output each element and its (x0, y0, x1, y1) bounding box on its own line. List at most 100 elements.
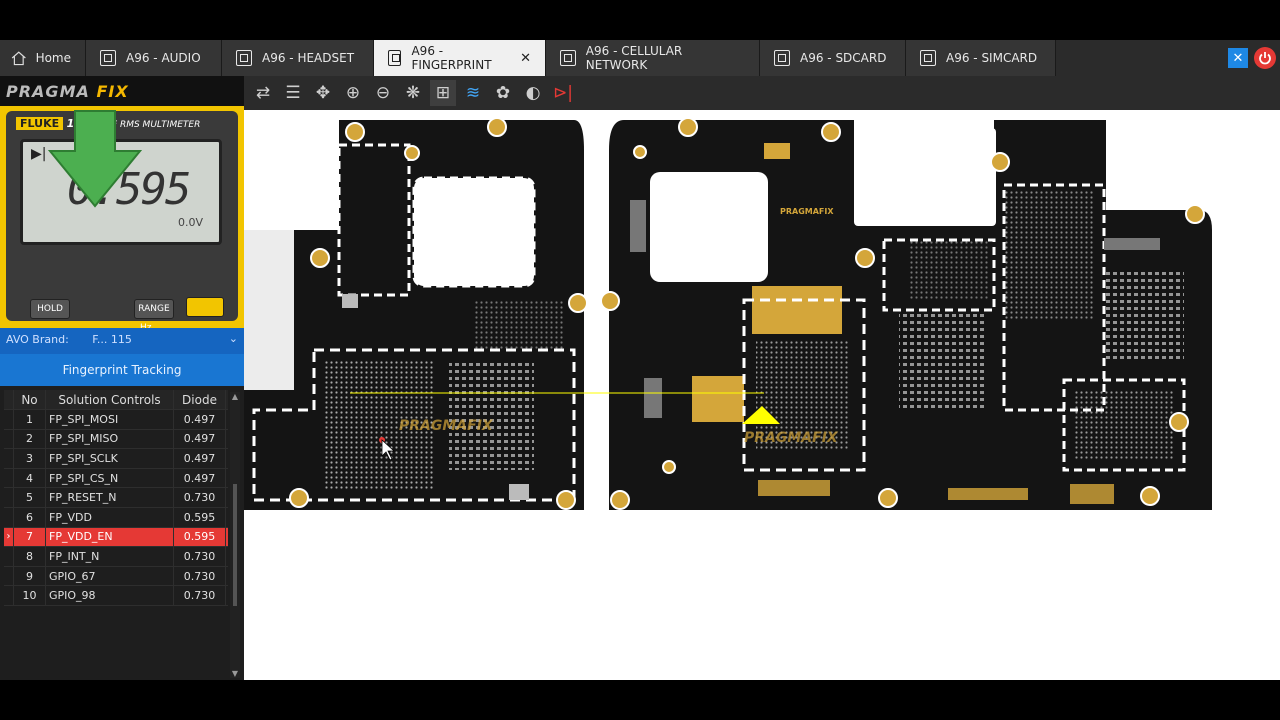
range-button[interactable]: RANGE (134, 299, 174, 319)
row-diode: 0.497 (174, 449, 226, 468)
menu-icon[interactable]: ☰ (280, 80, 306, 106)
table-row[interactable]: 5 FP_RESET_N 0.730 (4, 488, 228, 508)
scroll-up-icon[interactable]: ▲ (230, 392, 240, 401)
row-diode: 0.595 (174, 527, 226, 547)
row-solution: FP_SPI_MISO (46, 429, 174, 449)
table-row[interactable]: 4 FP_SPI_CS_N 0.497 (4, 468, 228, 489)
row-solution: FP_RESET_N (46, 488, 174, 507)
contrast-icon[interactable]: ◐ (520, 80, 546, 106)
row-solution: GPIO_67 (46, 566, 174, 586)
table-row[interactable]: 8 FP_INT_N 0.730 (4, 547, 228, 567)
yellow-button[interactable] (186, 297, 224, 317)
row-no: 7 (14, 527, 46, 547)
table-scrollbar[interactable]: ▲ ▼ (230, 392, 240, 678)
table-row[interactable]: 1 FP_SPI_MOSI 0.497 (4, 410, 228, 430)
swap-icon[interactable]: ⇄ (250, 80, 276, 106)
row-diode: 0.497 (174, 410, 226, 429)
hold-button[interactable]: HOLD (30, 299, 70, 319)
move-icon[interactable]: ✥ (310, 80, 336, 106)
avo-value: F... 115 (92, 333, 132, 346)
logo-text-accent: FIX (96, 82, 129, 101)
bottom-bar (0, 680, 1280, 720)
row-indicator (4, 429, 14, 449)
tab-cellular-network[interactable]: A96 - CELLULAR NETWORK (546, 40, 760, 76)
tab-label: A96 - CELLULAR NETWORK (585, 44, 683, 72)
schematic-icon (920, 50, 936, 66)
schematic-icon (560, 50, 576, 66)
header-diode: Diode (174, 390, 226, 409)
row-no: 10 (14, 586, 46, 605)
row-diode: 0.497 (174, 468, 226, 488)
tab-fingerprint[interactable]: A96 - FINGERPRINT ✕ (374, 40, 546, 76)
board-canvas[interactable]: PRAGMAFIX PRAGMAFIX PRAGMAFIX (243, 110, 1280, 680)
row-solution: GPIO_98 (46, 586, 174, 605)
app-logo: PRAGMA FIX (0, 76, 244, 106)
hold-label: HOLD (37, 304, 63, 314)
tab-label: Home (35, 51, 71, 65)
tab-simcard[interactable]: A96 - SIMCARD (906, 40, 1056, 76)
scroll-thumb[interactable] (233, 484, 237, 606)
avo-label: AVO Brand: (6, 333, 69, 346)
row-indicator (4, 507, 14, 527)
row-no: 1 (14, 410, 46, 429)
tab-headset[interactable]: A96 - HEADSET (222, 40, 374, 76)
range-label: RANGE (138, 304, 170, 314)
left-panel: PRAGMA FIX FLUKE 115 TRUE RMS MULTIMETER… (0, 76, 244, 680)
network-icon[interactable]: ❋ (400, 80, 426, 106)
row-indicator (4, 410, 14, 429)
tab-label: A96 - SIMCARD (946, 51, 1038, 65)
tab-home[interactable]: Home (0, 40, 86, 76)
row-no: 8 (14, 547, 46, 566)
table-row[interactable]: 3 FP_SPI_SCLK 0.497 (4, 449, 228, 469)
tab-sdcard[interactable]: A96 - SDCARD (760, 40, 906, 76)
board-watermark-right: PRAGMAFIX (744, 430, 839, 446)
board-logo-small: PRAGMAFIX (780, 207, 834, 216)
zoom-in-icon[interactable]: ⊕ (340, 80, 366, 106)
row-solution: FP_VDD (46, 507, 174, 527)
row-diode: 0.497 (174, 429, 226, 449)
row-indicator (4, 566, 14, 586)
avo-brand-select[interactable]: AVO Brand: F... 115 ⌄ (0, 328, 244, 354)
tab-bar: Home A96 - AUDIO A96 - HEADSET A96 - FIN… (0, 40, 1280, 76)
tab-audio[interactable]: A96 - AUDIO (86, 40, 222, 76)
table-header: No Solution Controls Diode (4, 390, 228, 410)
table-row[interactable]: 2 FP_SPI_MISO 0.497 (4, 429, 228, 450)
board-toolbar: ⇄ ☰ ✥ ⊕ ⊖ ❋ ⊞ ≋ ✿ ◐ ⊳| (244, 76, 1280, 110)
row-indicator (4, 449, 14, 468)
tab-label: A96 - FINGERPRINT (411, 44, 492, 72)
row-indicator: › (4, 527, 14, 547)
row-solution: FP_VDD_EN (46, 527, 174, 547)
tree-icon[interactable]: ⊞ (430, 80, 456, 106)
close-tab-icon[interactable]: ✕ (520, 51, 531, 66)
table-row[interactable]: 10 GPIO_98 0.730 (4, 586, 228, 606)
schematic-icon (774, 50, 790, 66)
row-indicator (4, 468, 14, 488)
schematic-icon (388, 50, 402, 66)
close-icon: ✕ (1232, 50, 1244, 66)
schematic-icon (100, 50, 116, 66)
row-diode: 0.730 (174, 566, 226, 586)
multimeter: FLUKE 115 TRUE RMS MULTIMETER ▶| 0.595 0… (0, 106, 244, 328)
row-no: 4 (14, 468, 46, 488)
row-solution: FP_INT_N (46, 547, 174, 566)
pcb-board: PRAGMAFIX PRAGMAFIX PRAGMAFIX (243, 117, 1212, 510)
row-no: 3 (14, 449, 46, 468)
zoom-out-icon[interactable]: ⊖ (370, 80, 396, 106)
app-window: Home A96 - AUDIO A96 - HEADSET A96 - FIN… (0, 40, 1280, 680)
row-indicator (4, 488, 14, 507)
table-row[interactable]: 9 GPIO_67 0.730 (4, 566, 228, 587)
table-row[interactable]: 6 FP_VDD 0.595 (4, 507, 228, 528)
fingerprint-tracking-button[interactable]: Fingerprint Tracking (0, 354, 244, 386)
power-button[interactable] (1254, 47, 1276, 69)
row-no: 9 (14, 566, 46, 586)
scroll-down-icon[interactable]: ▼ (230, 669, 240, 678)
close-window-button[interactable]: ✕ (1228, 48, 1248, 68)
row-solution: FP_SPI_CS_N (46, 468, 174, 488)
header-no: No (14, 390, 46, 409)
diode-icon[interactable]: ⊳| (550, 80, 576, 106)
layers-icon[interactable]: ≋ (460, 80, 486, 106)
palette-icon[interactable]: ✿ (490, 80, 516, 106)
window-controls: ✕ (1228, 40, 1280, 76)
schematic-icon (236, 50, 252, 66)
table-row[interactable]: › 7 FP_VDD_EN 0.595 (4, 527, 228, 548)
